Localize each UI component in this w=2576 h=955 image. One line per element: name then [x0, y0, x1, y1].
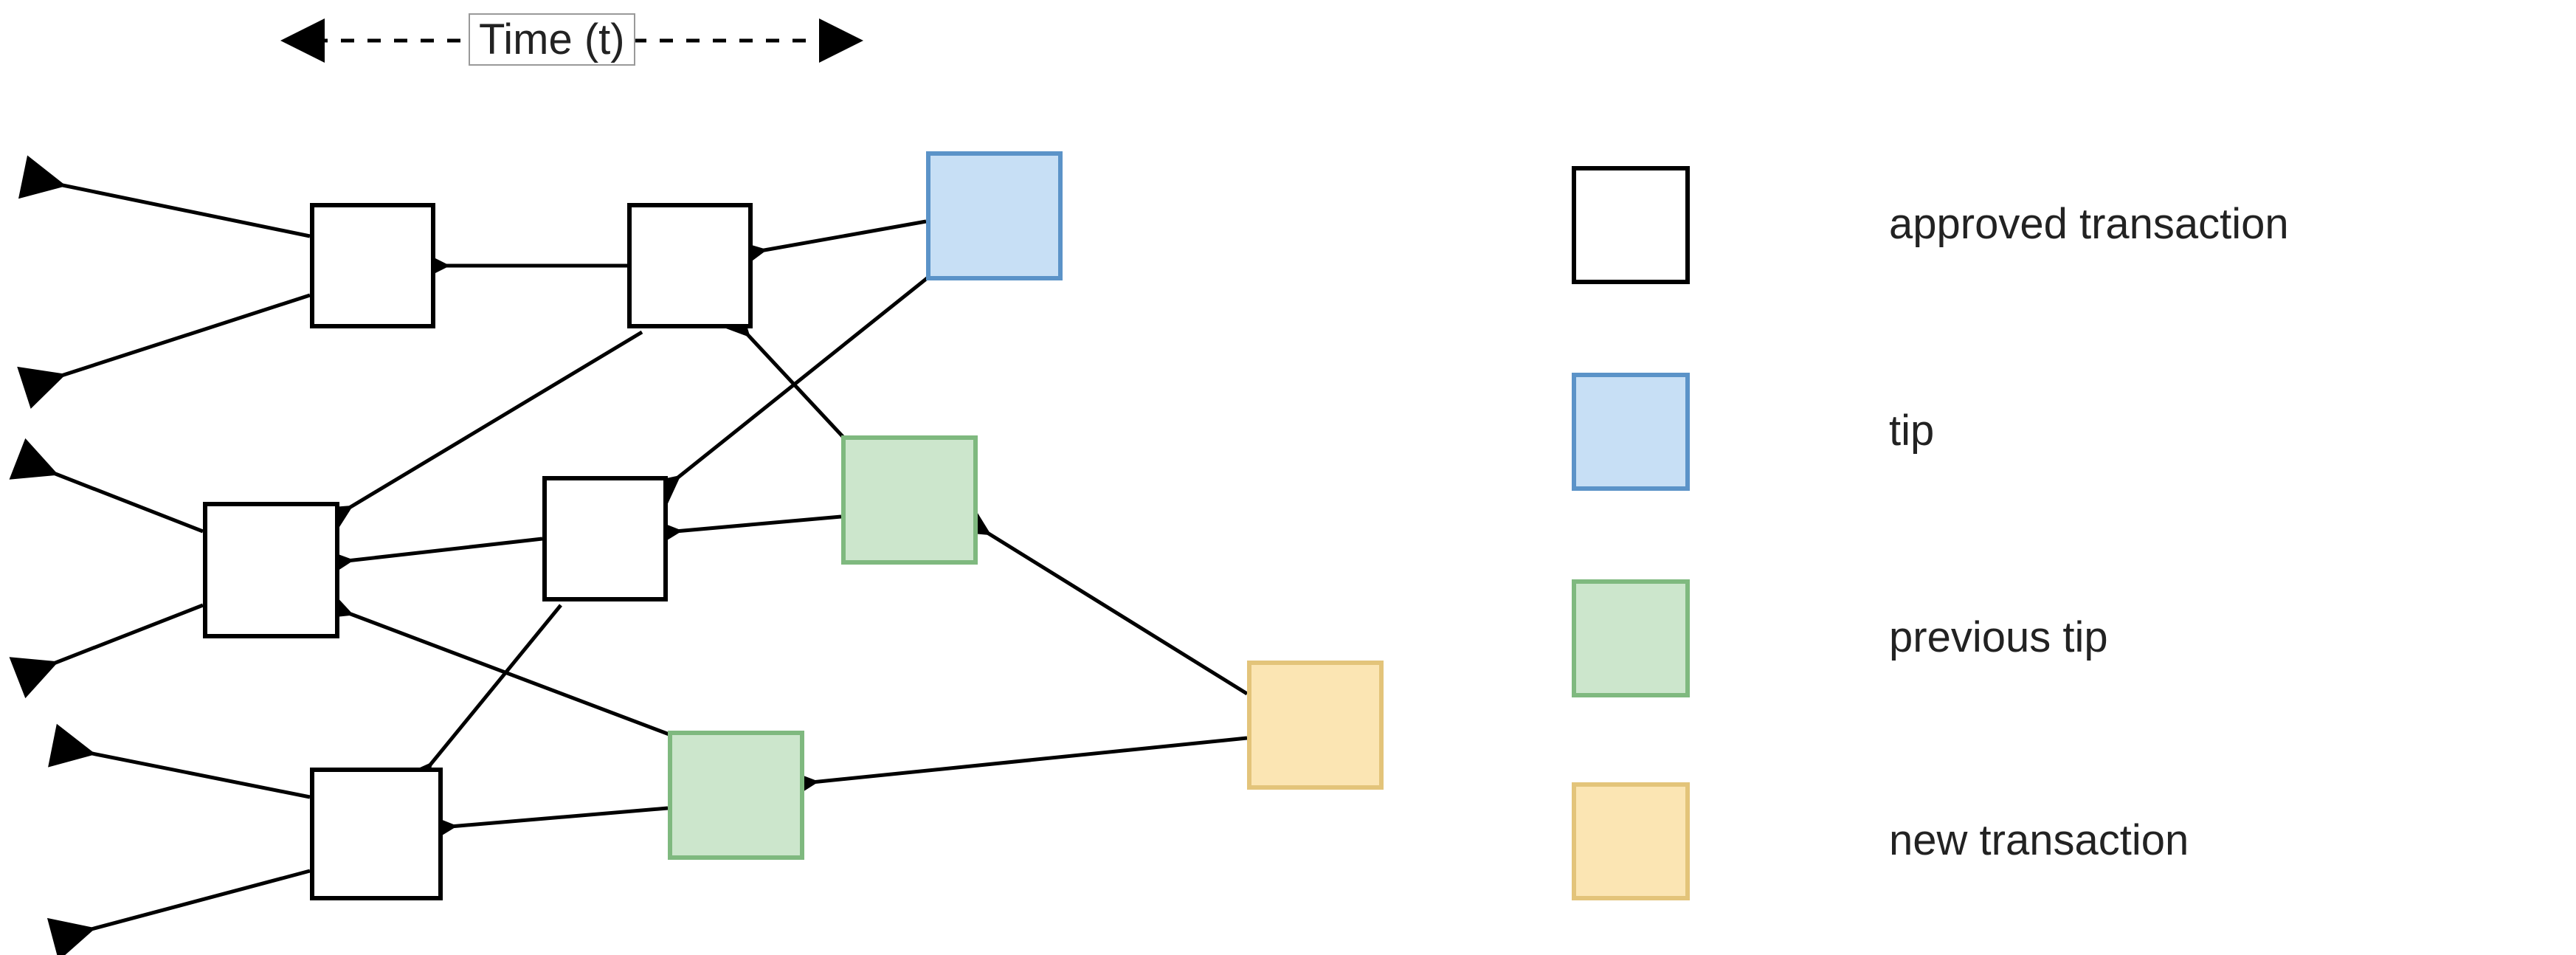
node-prevtip-p1 [841, 435, 978, 565]
diagram-stage: Time (t) approved transaction tip previo… [0, 0, 2576, 955]
legend-swatch-tip [1572, 373, 1690, 491]
node-approved-a2 [627, 203, 753, 328]
node-prevtip-p2 [668, 731, 804, 860]
node-approved-a3 [203, 502, 339, 638]
node-tip-t1 [926, 151, 1063, 280]
node-approved-a4 [542, 476, 668, 601]
node-approved-a1 [310, 203, 435, 328]
time-axis-label: Time (t) [469, 13, 635, 66]
legend-label-approved: approved transaction [1889, 199, 2289, 249]
legend-swatch-previous-tip [1572, 579, 1690, 697]
node-newtx-n1 [1247, 661, 1384, 790]
legend-swatch-new-transaction [1572, 782, 1690, 900]
legend-swatch-approved [1572, 166, 1690, 284]
legend-label-tip: tip [1889, 406, 1934, 455]
legend-label-new-transaction: new transaction [1889, 816, 2189, 865]
node-approved-a5 [310, 768, 443, 900]
legend-label-previous-tip: previous tip [1889, 613, 2108, 662]
